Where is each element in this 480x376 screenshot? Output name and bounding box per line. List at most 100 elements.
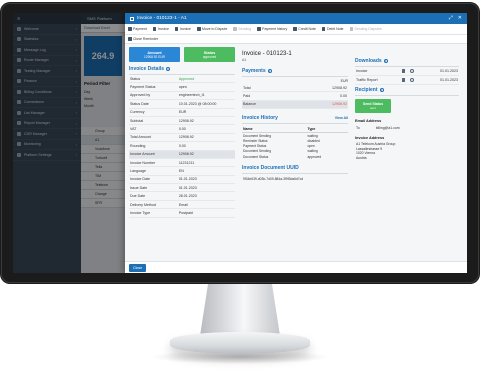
status-button[interactable]: Status approved xyxy=(184,47,235,62)
file-download-icon[interactable] xyxy=(401,77,406,83)
toolbar-credit-note-button[interactable]: Credit Note xyxy=(293,27,316,31)
status-value: approved xyxy=(202,54,217,59)
send-status-button[interactable]: Send Status sent xyxy=(355,99,391,113)
payment-key: Balance xyxy=(243,102,256,107)
detail-key: Currency xyxy=(130,110,145,115)
invoice-history-title-text: Invoice History xyxy=(242,115,278,122)
downloads-title-text: Downloads xyxy=(355,58,382,64)
detail-key: Rounding xyxy=(130,143,146,148)
detail-value: 12908.92 xyxy=(178,118,194,123)
detail-key: Status xyxy=(130,76,141,81)
recipient-title-text: Recipient xyxy=(355,87,378,93)
toolbar-invoice-button[interactable]: Invoice xyxy=(174,27,191,31)
toolbar-button-label: Debit Note xyxy=(326,27,344,31)
close-icon[interactable]: ✕ xyxy=(458,16,462,21)
column-left: Amount 12908.92 EUR Status approved Invo… xyxy=(129,44,235,218)
modal-content: Amount 12908.92 EUR Status approved Invo… xyxy=(125,44,467,261)
detail-row-currency: Currency EUR xyxy=(129,109,235,117)
toolbar-move-to-dispute-button[interactable]: Move to Dispute xyxy=(197,27,227,31)
info-icon[interactable]: i xyxy=(267,69,272,73)
toolbar-debit-note-button[interactable]: Debit Note xyxy=(321,27,344,31)
sending-icon xyxy=(233,27,237,31)
history-header: Name Type xyxy=(242,125,348,134)
detail-row-subtotal: Subtotal 12908.92 xyxy=(129,117,235,126)
toolbar-button-label: Sending Disputes xyxy=(354,27,382,31)
invoice-details-title: Invoice Details i xyxy=(129,66,235,75)
invoice-customer: A1 xyxy=(242,58,247,62)
payment-history-icon xyxy=(257,27,261,31)
invoice-details-list: Status Approved Payment Status open Approved… xyxy=(129,75,235,218)
screen: ☰ Welcome › Statistics › Message Log › Route M… xyxy=(13,13,467,273)
history-name: Document Status xyxy=(243,154,269,159)
info-icon[interactable]: i xyxy=(383,59,388,63)
download-row-traffic-report[interactable]: Traffic Report 01.01.2023 xyxy=(355,76,459,85)
file-download-icon[interactable] xyxy=(401,68,406,74)
close-reminder-label: Close Reminder xyxy=(133,37,159,41)
payment-row-paid: Paid 0.00 xyxy=(242,92,348,101)
download-date: 01.01.2023 xyxy=(439,78,458,82)
recipient-title: Recipient i xyxy=(355,87,459,96)
history-type: disabled xyxy=(307,138,320,143)
payments-currency: EUR xyxy=(340,79,348,83)
refresh-icon[interactable] xyxy=(410,78,415,82)
detail-row-approved-by: Approved by engineertech_t1 xyxy=(129,92,235,101)
detail-value: 12908.92 xyxy=(178,135,194,140)
detail-key: Language xyxy=(130,168,146,173)
modal-footer: Close xyxy=(125,261,467,273)
detail-value: engineertech_t1 xyxy=(178,93,205,98)
email-value: billing@a1.com xyxy=(375,126,400,130)
toolbar-button-label: Move to Dispute xyxy=(202,27,228,31)
detail-key: Invoice Number xyxy=(130,160,156,165)
toolbar-sending-button: Sending xyxy=(233,27,251,31)
refresh-icon[interactable] xyxy=(410,69,415,73)
detail-value: 11231211 xyxy=(178,160,195,165)
detail-row-due-date: Due Date 28.01.2023 xyxy=(129,192,235,201)
download-row-invoice[interactable]: Invoice 01.01.2023 xyxy=(355,67,459,76)
detail-value: Approved xyxy=(178,76,195,81)
amount-button[interactable]: Amount 12908.92 EUR xyxy=(129,47,180,62)
detail-row-vat: VAT 0.00 xyxy=(129,125,235,134)
email-row: To billing@a1.com xyxy=(355,126,459,130)
close-button[interactable]: Close xyxy=(129,263,147,272)
detail-row-invoice-amount: Invoice Amount 12908.92 xyxy=(129,150,235,159)
monitor: ☰ Welcome › Statistics › Message Log › Route M… xyxy=(0,0,480,376)
uuid-title-text: Invoice Document UUID xyxy=(242,165,299,172)
toolbar-button-label: Invoice xyxy=(157,27,169,31)
detail-key: Due Date xyxy=(130,194,146,199)
expand-icon[interactable]: ⤢ xyxy=(449,16,453,21)
detail-value: EN xyxy=(178,168,184,173)
address-line: Austria xyxy=(356,155,367,160)
toolbar-payment-history-button[interactable]: Payment history xyxy=(257,27,287,31)
toolbar-invoice-button[interactable]: Invoice xyxy=(152,27,169,31)
detail-row-payment-status: Payment Status open xyxy=(129,83,235,92)
history-col-name: Name xyxy=(243,126,253,131)
invoice-details-title-text: Invoice Details xyxy=(129,66,165,72)
downloads-list: Invoice 01.01.2023 Traffic Report 01.01.202… xyxy=(355,67,459,85)
uuid-title: Invoice Document UUID xyxy=(242,165,348,175)
detail-key: Delivery Method xyxy=(130,202,156,207)
view-all-link[interactable]: View All xyxy=(335,116,348,120)
detail-row-language: Language EN xyxy=(129,167,235,176)
debit-note-icon xyxy=(321,27,326,31)
payment-value: 12908.92 xyxy=(332,85,347,90)
detail-key: Payment Status xyxy=(130,85,156,90)
modal-header: Invoice - 010123-1 - A1 ⤢ ✕ xyxy=(125,13,467,24)
detail-key: Subtotal xyxy=(130,118,144,123)
toolbar-button-label: Payment xyxy=(133,27,147,31)
payment-value: 0.00 xyxy=(340,94,347,99)
detail-value: open xyxy=(178,85,187,90)
detail-key: Invoice Date xyxy=(130,177,150,182)
detail-key: Invoice Amount xyxy=(130,152,155,157)
download-name: Invoice xyxy=(356,69,368,73)
history-name: Payment Status xyxy=(243,144,267,149)
toolbar-payment-button[interactable]: Payment xyxy=(128,27,147,31)
modal-title-icon xyxy=(130,16,134,21)
invoice-icon xyxy=(152,27,157,31)
info-icon[interactable]: i xyxy=(166,67,171,71)
detail-value: 01.01.2023 xyxy=(178,185,197,190)
detail-value: 28.01.2023 xyxy=(178,194,197,199)
info-icon[interactable]: i xyxy=(379,88,384,92)
close-reminder-button[interactable]: Close Reminder xyxy=(128,37,158,41)
reminder-icon xyxy=(128,37,132,41)
detail-value: 01.01.2023 xyxy=(178,177,197,182)
